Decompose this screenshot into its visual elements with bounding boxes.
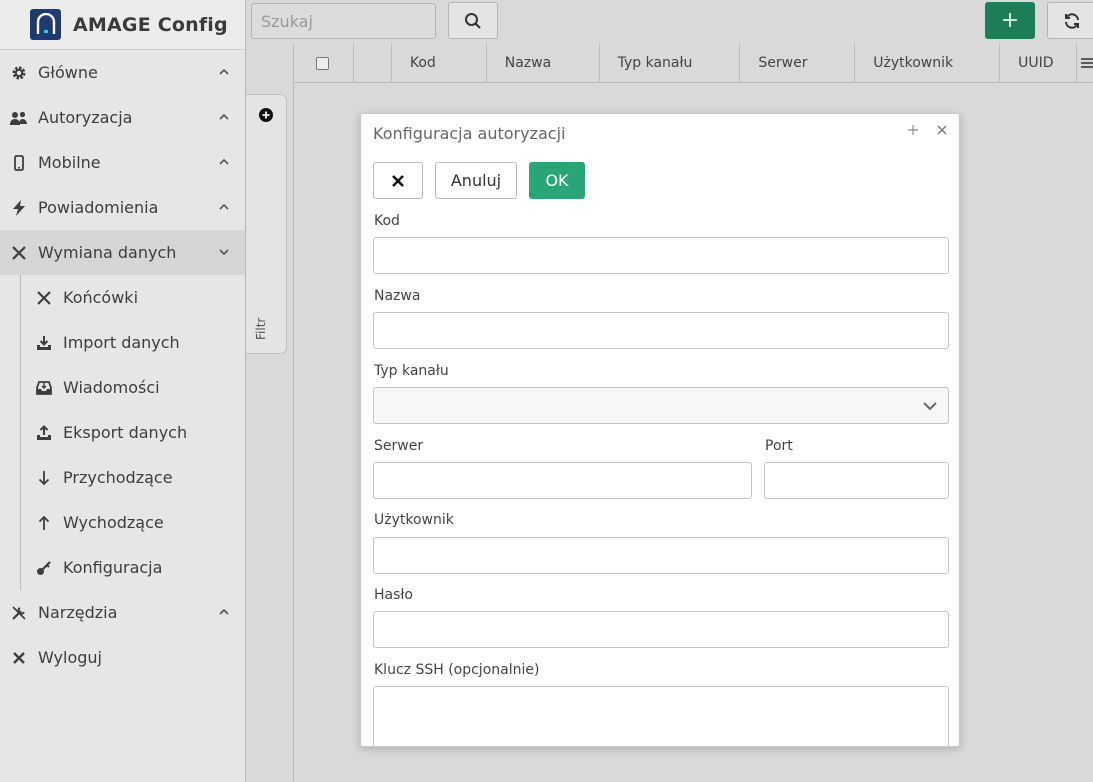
haslo-input[interactable] xyxy=(373,611,949,648)
exchange-icon xyxy=(10,244,28,262)
close-bold-icon xyxy=(392,174,404,187)
inbox-icon xyxy=(35,379,53,397)
chevron-up-icon xyxy=(219,113,229,120)
search-button[interactable] xyxy=(448,2,498,39)
dialog-title: Konfiguracja autoryzacji xyxy=(373,124,566,143)
table-header: Kod Nazwa Typ kanału Serwer Użytkownik U… xyxy=(294,43,1093,83)
mobile-icon xyxy=(10,154,28,172)
close-icon[interactable] xyxy=(935,123,949,137)
sidebar-item-konfiguracja[interactable]: Konfiguracja xyxy=(0,545,245,590)
sidebar-item-label: Eksport danych xyxy=(63,423,188,442)
logout-icon xyxy=(10,649,28,667)
subnav-wymiana-danych: Końcówki Import danych Wiadomości Ekspor… xyxy=(0,275,245,590)
serwer-input[interactable] xyxy=(373,462,752,499)
gear-icon xyxy=(10,64,28,82)
column-header-nazwa[interactable]: Nazwa xyxy=(487,43,600,83)
column-header-kod[interactable]: Kod xyxy=(392,43,487,83)
sidebar-item-wyloguj[interactable]: Wyloguj xyxy=(0,635,245,680)
column-header-serwer[interactable]: Serwer xyxy=(740,43,856,83)
chevron-up-icon xyxy=(219,203,229,210)
column-header-typ-kanalu[interactable]: Typ kanału xyxy=(600,43,741,83)
sidebar-item-label: Powiadomienia xyxy=(38,198,159,217)
haslo-label: Hasło xyxy=(374,587,413,603)
ok-button[interactable]: OK xyxy=(529,162,585,199)
search-input[interactable] xyxy=(251,3,436,39)
klucz-ssh-label: Klucz SSH (opcjonalnie) xyxy=(374,662,540,678)
sidebar-item-label: Wiadomości xyxy=(63,378,160,397)
sidebar-item-label: Końcówki xyxy=(63,288,139,307)
auth-config-dialog: Konfiguracja autoryzacji Anuluj OK Kod N… xyxy=(360,113,960,747)
kod-input[interactable] xyxy=(373,237,949,274)
sidebar-item-mobilne[interactable]: Mobilne xyxy=(0,140,245,185)
sidebar-item-import-danych[interactable]: Import danych xyxy=(0,320,245,365)
refresh-icon xyxy=(1065,12,1079,29)
serwer-label: Serwer xyxy=(374,438,424,454)
tools-icon xyxy=(10,604,28,622)
refresh-button[interactable] xyxy=(1047,2,1093,39)
amage-logo-icon xyxy=(30,9,61,40)
cancel-button[interactable]: Anuluj xyxy=(435,162,517,199)
sidebar-item-label: Przychodzące xyxy=(63,468,173,487)
sidebar-item-label: Wychodzące xyxy=(63,513,164,532)
sidebar-item-koncowki[interactable]: Końcówki xyxy=(0,275,245,320)
sidebar: AMAGE Config Główne Autoryzacja Mobilne … xyxy=(0,0,246,782)
chevron-up-icon xyxy=(219,158,229,165)
search-icon xyxy=(465,12,481,29)
sidebar-item-eksport-danych[interactable]: Eksport danych xyxy=(0,410,245,455)
plus-circle-icon[interactable] xyxy=(259,108,273,122)
arrow-down-icon xyxy=(35,469,53,487)
sidebar-item-wiadomosci[interactable]: Wiadomości xyxy=(0,365,245,410)
sidebar-item-label: Narzędzia xyxy=(38,603,118,622)
upload-tray-icon xyxy=(35,424,53,442)
brand: AMAGE Config xyxy=(0,0,245,50)
uzytkownik-input[interactable] xyxy=(373,537,949,574)
arrow-up-icon xyxy=(35,514,53,532)
chevron-down-icon xyxy=(923,402,937,411)
chevron-up-icon xyxy=(219,68,229,75)
column-header-uuid[interactable]: UUID xyxy=(1000,43,1077,83)
users-icon xyxy=(10,109,28,127)
port-input[interactable] xyxy=(764,462,949,499)
typ-kanalu-select[interactable] xyxy=(373,387,949,424)
key-icon xyxy=(35,559,53,577)
sidebar-item-label: Wymiana danych xyxy=(38,243,177,262)
chevron-up-icon xyxy=(219,608,229,615)
bolt-icon xyxy=(10,199,28,217)
sidebar-item-wymiana-danych[interactable]: Wymiana danych xyxy=(0,230,245,275)
uzytkownik-label: Użytkownik xyxy=(374,512,454,528)
column-menu-button[interactable] xyxy=(1077,43,1093,83)
add-button[interactable]: + xyxy=(985,2,1035,39)
sidebar-item-przychodzace[interactable]: Przychodzące xyxy=(0,455,245,500)
sidebar-item-glowne[interactable]: Główne xyxy=(0,50,245,95)
cross-icon xyxy=(35,289,53,307)
sidebar-item-narzedzia[interactable]: Narzędzia xyxy=(0,590,245,635)
select-all-cell xyxy=(294,43,354,83)
clear-button[interactable] xyxy=(373,162,423,199)
select-all-checkbox[interactable] xyxy=(316,56,329,70)
header-spacer xyxy=(354,43,392,83)
klucz-ssh-textarea[interactable] xyxy=(373,686,949,746)
filter-label: Filtr xyxy=(254,317,268,340)
column-header-uzytkownik[interactable]: Użytkownik xyxy=(855,43,1001,83)
sidebar-item-label: Import danych xyxy=(63,333,180,352)
sidebar-item-label: Autoryzacja xyxy=(38,108,133,127)
sidebar-item-label: Mobilne xyxy=(38,153,101,172)
menu-icon xyxy=(1080,58,1093,68)
app-title: AMAGE Config xyxy=(73,13,228,36)
sidebar-item-powiadomienia[interactable]: Powiadomienia xyxy=(0,185,245,230)
sidebar-item-wychodzace[interactable]: Wychodzące xyxy=(0,500,245,545)
nazwa-input[interactable] xyxy=(373,312,949,349)
sidebar-item-label: Wyloguj xyxy=(38,648,102,667)
chevron-down-icon xyxy=(219,249,229,256)
sidebar-item-label: Konfiguracja xyxy=(63,558,163,577)
download-tray-icon xyxy=(35,334,53,352)
sidebar-item-autoryzacja[interactable]: Autoryzacja xyxy=(0,95,245,140)
sidebar-item-label: Główne xyxy=(38,63,98,82)
filter-panel-tab[interactable]: Filtr xyxy=(246,94,287,354)
port-label: Port xyxy=(765,438,793,454)
kod-label: Kod xyxy=(374,213,400,229)
maximize-icon[interactable] xyxy=(906,123,920,137)
nazwa-label: Nazwa xyxy=(374,288,421,304)
typ-kanalu-label: Typ kanału xyxy=(374,363,449,379)
